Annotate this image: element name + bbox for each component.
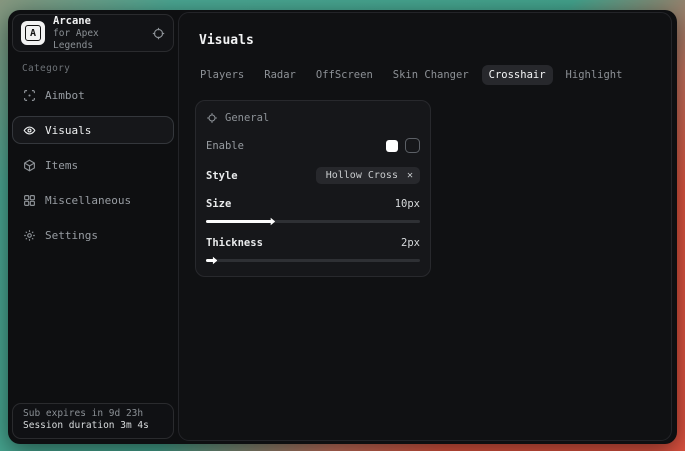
app-subtitle: for Apex Legends [53,28,144,52]
gear-icon [23,229,36,242]
style-label: Style [206,170,238,182]
size-label: Size [206,198,231,210]
sidebar-item-settings[interactable]: Settings [12,221,174,249]
main-panel: Visuals Players Radar OffScreen Skin Cha… [178,12,672,441]
grid-icon [23,194,36,207]
size-slider[interactable] [206,220,420,223]
enable-checkbox[interactable] [405,138,420,153]
sidebar-item-visuals[interactable]: Visuals [12,116,174,144]
thickness-slider[interactable] [206,259,420,262]
app-logo-letter: A [25,25,41,41]
sidebar-item-miscellaneous[interactable]: Miscellaneous [12,186,174,214]
eye-icon [23,124,36,137]
enable-row: Enable [206,138,420,153]
size-row: Size 10px [206,198,420,210]
sidebar-item-aimbot[interactable]: Aimbot [12,81,174,109]
sub-expires-text: Sub expires in 9d 23h [23,408,163,419]
tab-skin-changer[interactable]: Skin Changer [386,65,476,85]
app-name: Arcane [53,15,144,28]
profile-card: A Arcane for Apex Legends [12,14,174,52]
sidebar-item-label: Visuals [45,124,91,137]
scan-crosshair-icon [206,112,218,124]
thickness-value: 2px [401,237,420,249]
sidebar-item-label: Settings [45,229,98,242]
tab-bar: Players Radar OffScreen Skin Changer Cro… [193,65,659,85]
cube-icon [23,159,36,172]
sidebar-nav: Aimbot Visuals Items [8,81,178,249]
tab-crosshair[interactable]: Crosshair [482,65,553,85]
app-window: A Arcane for Apex Legends Category [8,10,677,444]
target-icon[interactable] [152,27,165,40]
tab-players[interactable]: Players [193,65,251,85]
style-value: Hollow Cross [326,170,398,181]
aimbot-target-icon [23,89,36,102]
tab-highlight[interactable]: Highlight [559,65,630,85]
general-card: General Enable Style Hollow Cross ✕ Size… [195,100,431,277]
clear-icon[interactable]: ✕ [407,171,413,181]
app-logo: A [21,21,45,45]
sidebar-item-label: Miscellaneous [45,194,131,207]
sidebar-item-label: Items [45,159,78,172]
card-title: General [225,112,269,124]
thickness-label: Thickness [206,237,263,249]
size-value: 10px [395,198,420,210]
style-row: Style Hollow Cross ✕ [206,167,420,184]
page-title: Visuals [199,33,659,48]
tab-radar[interactable]: Radar [257,65,303,85]
sidebar-item-items[interactable]: Items [12,151,174,179]
thickness-slider-thumb[interactable] [208,256,217,265]
sidebar: A Arcane for Apex Legends Category [8,10,178,444]
enable-label: Enable [206,140,244,152]
thickness-row: Thickness 2px [206,237,420,249]
session-duration-text: Session duration 3m 4s [23,420,163,431]
category-label: Category [22,63,166,74]
sidebar-item-label: Aimbot [45,89,85,102]
subscription-info: Sub expires in 9d 23h Session duration 3… [12,403,174,439]
size-slider-thumb[interactable] [266,217,275,226]
tab-offscreen[interactable]: OffScreen [309,65,380,85]
color-swatch[interactable] [386,140,398,152]
style-select[interactable]: Hollow Cross ✕ [316,167,420,184]
